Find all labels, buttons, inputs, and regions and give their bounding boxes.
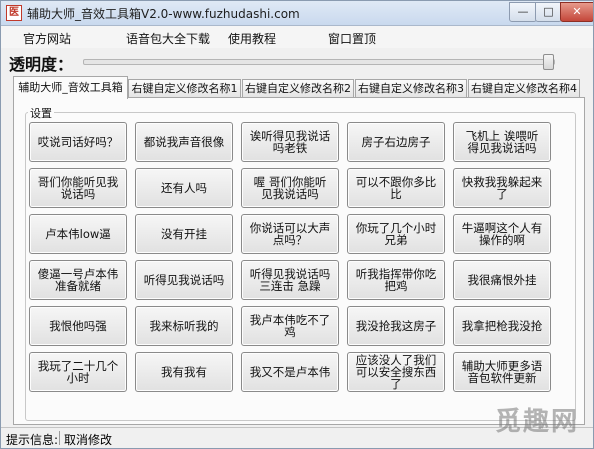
sound-button[interactable]: 傻逼一号卢本伟准备就绪 <box>29 260 127 300</box>
sound-button[interactable]: 听得见我说话吗三连击 急躁 <box>241 260 339 300</box>
sound-button[interactable]: 听得见我说话吗 <box>135 260 233 300</box>
sound-button[interactable]: 房子右边房子 <box>347 122 445 162</box>
sound-button[interactable]: 可以不跟你多比比 <box>347 168 445 208</box>
sound-button[interactable]: 听我指挥带你吃把鸡 <box>347 260 445 300</box>
sound-button[interactable]: 我又不是卢本伟 <box>241 352 339 392</box>
minimize-button[interactable]: — <box>509 2 537 22</box>
title-bar[interactable]: 医 辅助大师_音效工具箱V2.0-www.fuzhudashi.com — □ … <box>1 1 593 26</box>
tab-custom-4[interactable]: 右键自定义修改名称4 <box>468 79 580 98</box>
sound-button[interactable]: 我玩了二十几个小时 <box>29 352 127 392</box>
status-label: 提示信息: <box>6 433 59 447</box>
sound-button[interactable]: 我没抢我这房子 <box>347 306 445 346</box>
sound-button[interactable]: 我来标听我的 <box>135 306 233 346</box>
sound-button[interactable]: 卢本伟low逼 <box>29 214 127 254</box>
sound-button[interactable]: 我卢本伟吃不了鸡 <box>241 306 339 346</box>
transparency-label: 透明度： <box>9 55 74 74</box>
tab-custom-2[interactable]: 右键自定义修改名称2 <box>242 79 354 98</box>
window-title: 辅助大师_音效工具箱V2.0-www.fuzhudashi.com <box>27 7 300 21</box>
status-message: 取消修改 <box>64 433 113 447</box>
tab-sound-toolbox[interactable]: 辅助大师_音效工具箱 <box>13 76 128 99</box>
sound-button[interactable]: 没有开挂 <box>135 214 233 254</box>
sound-button[interactable]: 应该没人了我们可以安全搜东西了 <box>347 352 445 392</box>
transparency-slider-thumb[interactable] <box>543 54 554 70</box>
tab-custom-3[interactable]: 右键自定义修改名称3 <box>355 79 467 98</box>
sound-button[interactable]: 都说我声音很像 <box>135 122 233 162</box>
transparency-slider[interactable] <box>83 54 555 70</box>
sound-button[interactable]: 还有人吗 <box>135 168 233 208</box>
menu-official-site[interactable]: 官方网站 <box>23 30 71 47</box>
menu-window-top[interactable]: 窗口置顶 <box>328 30 376 47</box>
tab-panel: 哎说司话好吗？ 都说我声音很像 诶听得见我说话吗老铁 房子右边房子 飞机上 诶喂听得见我… <box>13 97 585 425</box>
menu-bar: 官方网站 语音包大全下载 使用教程 窗口置顶 <box>1 26 593 48</box>
sound-button[interactable]: 哎说司话好吗？ <box>29 122 127 162</box>
sound-button[interactable]: 我拿把枪我没抢 <box>453 306 551 346</box>
tab-custom-1[interactable]: 右键自定义修改名称1 <box>128 79 241 98</box>
sound-button[interactable]: 牛逼啊这个人有操作的啊 <box>453 214 551 254</box>
watermark-logo: 觅趣网 <box>495 407 580 437</box>
sound-button[interactable]: 我恨他吗强 <box>29 306 127 346</box>
menu-voice-pack-download[interactable]: 语音包大全下载 <box>126 30 210 47</box>
sound-button[interactable]: 喔 哥们你能听见我说话吗 <box>241 168 339 208</box>
sound-button[interactable]: 我很痛恨外挂 <box>453 260 551 300</box>
sound-button[interactable]: 你玩了几个小时兄弟 <box>347 214 445 254</box>
app-window: 医 辅助大师_音效工具箱V2.0-www.fuzhudashi.com — □ … <box>0 0 594 449</box>
menu-tutorial[interactable]: 使用教程 <box>228 30 276 47</box>
settings-group: 哎说司话好吗？ 都说我声音很像 诶听得见我说话吗老铁 房子右边房子 飞机上 诶喂听得见我… <box>25 112 576 421</box>
status-divider <box>59 431 60 445</box>
app-icon: 医 <box>6 5 22 21</box>
sound-button[interactable]: 飞机上 诶喂听得见我说话吗 <box>453 122 551 162</box>
sound-button[interactable]: 快救我我躲起来了 <box>453 168 551 208</box>
close-button[interactable]: ✕ <box>560 2 593 22</box>
sound-button-grid: 哎说司话好吗？ 都说我声音很像 诶听得见我说话吗老铁 房子右边房子 飞机上 诶喂听得见我… <box>26 113 575 420</box>
sound-button[interactable]: 诶听得见我说话吗老铁 <box>241 122 339 162</box>
settings-group-title: 设置 <box>28 105 54 121</box>
tab-strip: 辅助大师_音效工具箱 右键自定义修改名称1 右键自定义修改名称2 右键自定义修改… <box>13 76 583 99</box>
sound-button[interactable]: 我有我有 <box>135 352 233 392</box>
sound-button[interactable]: 辅助大师更多语音包软件更新 <box>453 352 551 392</box>
maximize-button[interactable]: □ <box>535 2 562 22</box>
sound-button[interactable]: 哥们你能听见我说话吗 <box>29 168 127 208</box>
sound-button[interactable]: 你说话可以大声点吗？ <box>241 214 339 254</box>
